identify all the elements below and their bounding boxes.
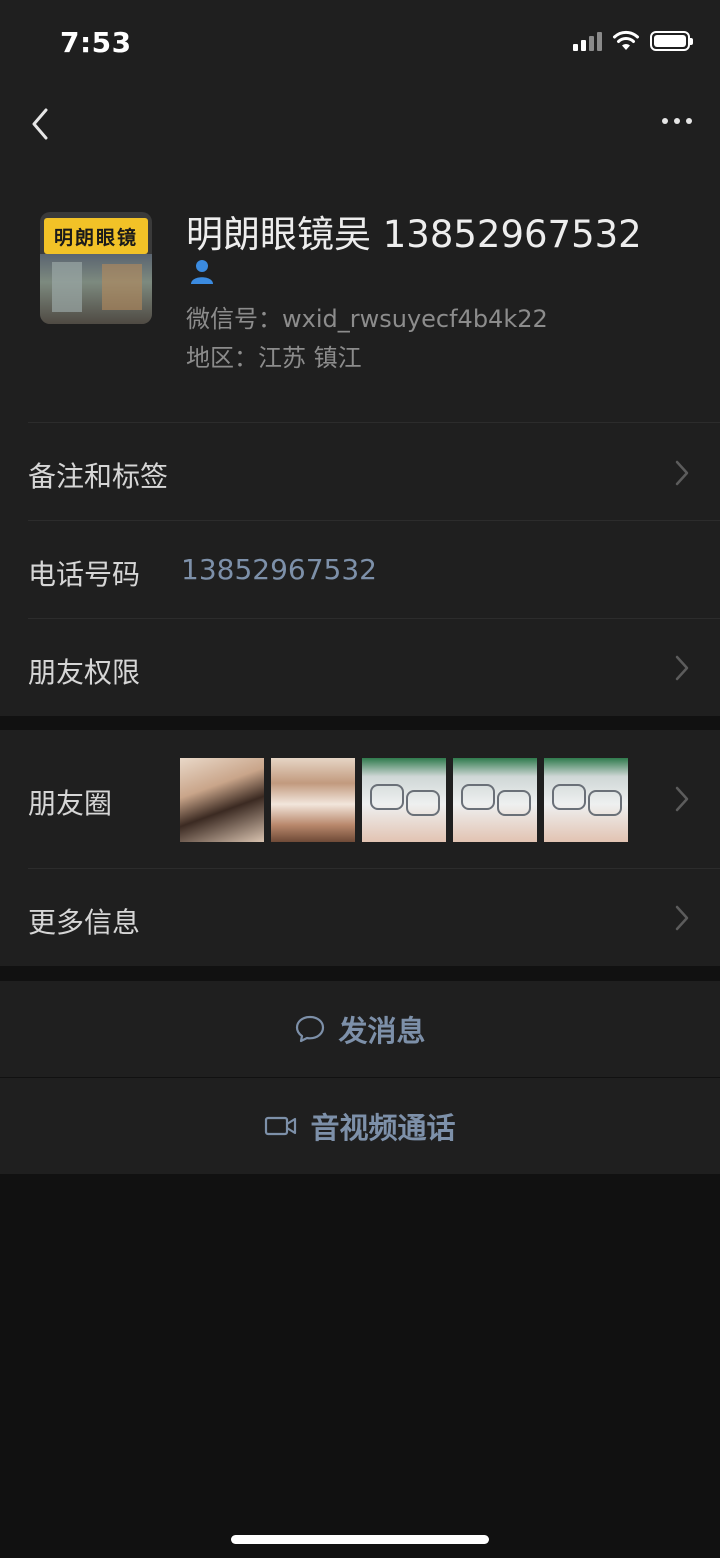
audio-video-call-label: 音视频通话	[310, 1111, 456, 1145]
profile-header: 明朗眼镜 明朗眼镜吴 13852967532 微信号：wxid_rwsuyecf…	[0, 160, 720, 422]
friend-permissions-label: 朋友权限	[28, 656, 141, 689]
male-person-icon	[191, 260, 213, 284]
moments-label: 朋友圈	[28, 787, 113, 820]
wechat-id: 微信号：wxid_rwsuyecf4b4k22	[186, 305, 548, 333]
more-info-cell[interactable]: 更多信息	[0, 868, 720, 966]
chevron-right-icon	[675, 786, 689, 812]
moments-photo	[544, 758, 628, 842]
send-message-button[interactable]: 发消息	[0, 981, 720, 1077]
send-message-label: 发消息	[338, 1014, 426, 1048]
chat-bubble-icon	[296, 1015, 325, 1043]
avatar-shop-photo	[40, 254, 152, 324]
moments-photo	[180, 758, 264, 842]
chevron-right-icon	[675, 655, 689, 681]
battery-icon	[650, 31, 693, 51]
video-camera-icon	[265, 1116, 297, 1136]
status-time: 7:53	[60, 26, 132, 59]
profile-name: 明朗眼镜吴 13852967532	[186, 213, 642, 256]
remarks-tags-label: 备注和标签	[28, 460, 169, 493]
avatar-sign-text: 明朗眼镜	[44, 218, 148, 254]
phone-number-cell: 电话号码 13852967532	[0, 520, 720, 618]
status-bar: 7:53	[0, 0, 720, 88]
cellular-signal-icon	[573, 31, 602, 51]
phone-number-value[interactable]: 13852967532	[181, 553, 377, 586]
remarks-tags-cell[interactable]: 备注和标签	[0, 422, 720, 520]
phone-number-label: 电话号码	[28, 558, 141, 591]
chevron-right-icon	[675, 460, 689, 486]
nav-bar	[0, 88, 720, 160]
home-indicator[interactable]	[231, 1535, 489, 1544]
wifi-icon	[613, 30, 639, 50]
moments-cell[interactable]: 朋友圈	[0, 730, 720, 868]
more-info-label: 更多信息	[28, 906, 141, 939]
moments-photos	[180, 758, 628, 842]
avatar[interactable]: 明朗眼镜	[40, 212, 152, 324]
friend-permissions-cell[interactable]: 朋友权限	[0, 618, 720, 716]
region: 地区：江苏 镇江	[186, 344, 362, 372]
moments-photo	[362, 758, 446, 842]
back-chevron-icon[interactable]	[22, 104, 62, 144]
status-icons	[573, 30, 693, 52]
moments-photo	[453, 758, 537, 842]
audio-video-call-button[interactable]: 音视频通话	[0, 1078, 720, 1174]
moments-photo	[271, 758, 355, 842]
chevron-right-icon	[675, 905, 689, 931]
more-dots-icon[interactable]	[662, 118, 692, 124]
